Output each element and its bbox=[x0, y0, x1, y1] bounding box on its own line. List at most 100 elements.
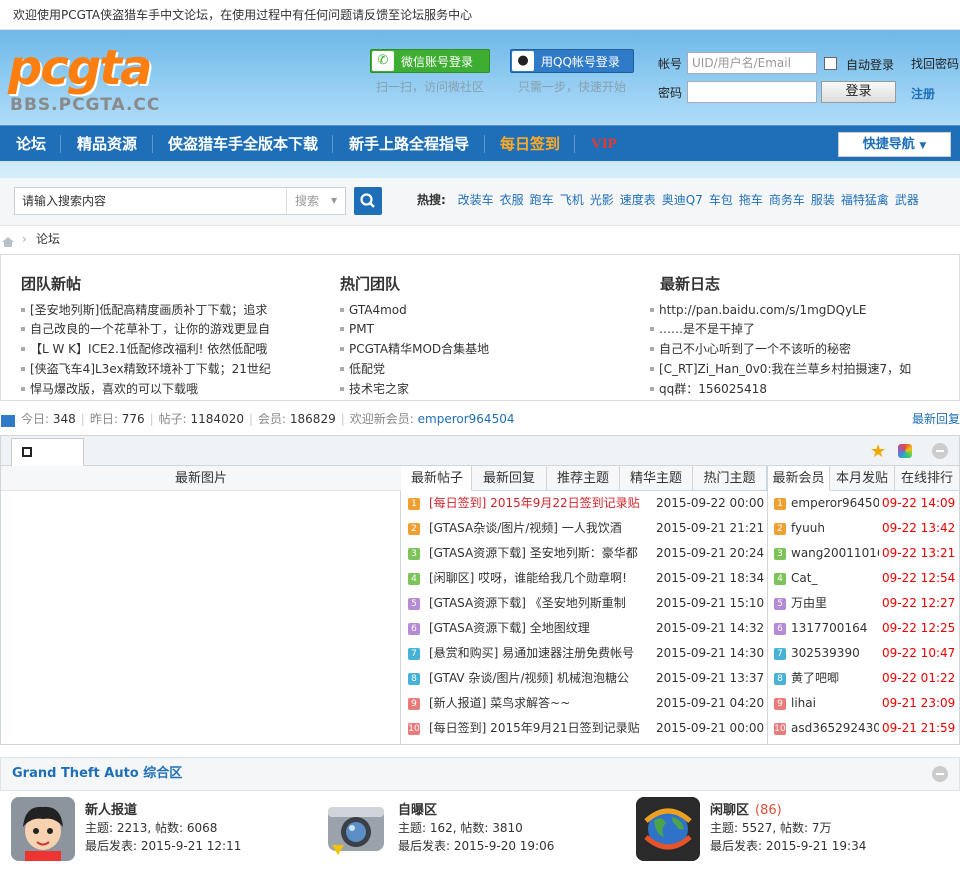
globe-icon[interactable] bbox=[636, 797, 700, 861]
thread-row[interactable]: 3 [GTASA资源下载] 圣安地列斯：豪华都 2015-09-21 20:24 bbox=[403, 541, 767, 566]
home-icon[interactable] bbox=[1, 233, 15, 247]
auto-login-label[interactable]: 自动登录 bbox=[846, 56, 894, 73]
hot-word[interactable]: 奥迪Q7 bbox=[662, 193, 703, 207]
thread-title[interactable]: [GTAV 杂谈/图片/视频] 机械泡泡糖公 bbox=[429, 666, 654, 691]
hot-word[interactable]: 改装车 bbox=[458, 193, 494, 207]
thread-row[interactable]: 2 [GTASA杂谈/图片/视频] 一人我饮酒 2015-09-21 21:21 bbox=[403, 516, 767, 541]
hot-word[interactable]: 服装 bbox=[811, 193, 835, 207]
hot-word[interactable]: 车包 bbox=[709, 193, 733, 207]
hot-word[interactable]: 飞机 bbox=[560, 193, 584, 207]
list-item[interactable]: [C_RT]Zi_Han_0v0:我在兰草乡村拍摄速7，如 bbox=[650, 359, 911, 379]
tab-latest-posts[interactable]: 最新帖子 bbox=[403, 466, 472, 491]
thread-title[interactable]: [每日签到] 2015年9月22日签到记录贴 bbox=[429, 491, 654, 516]
member-name[interactable]: 1317700164 bbox=[791, 616, 879, 641]
hot-word[interactable]: 商务车 bbox=[769, 193, 805, 207]
thread-row[interactable]: 1 [每日签到] 2015年9月22日签到记录贴 2015-09-22 00:00 bbox=[403, 491, 767, 516]
thread-row[interactable]: 5 [GTASA资源下载] 《圣安地列斯重制 2015-09-21 15:10 bbox=[403, 591, 767, 616]
member-name[interactable]: 万由里 bbox=[791, 591, 879, 616]
list-item[interactable]: 【L W K】ICE2.1低配修改福利! 依然低配哦 bbox=[21, 339, 267, 359]
section-title[interactable]: Grand Theft Auto 综合区 bbox=[12, 758, 182, 790]
list-item[interactable]: 自己不小心听到了一个不该听的秘密 bbox=[650, 339, 851, 359]
star-icon[interactable]: ★ bbox=[870, 441, 886, 462]
member-name[interactable]: Cat_ bbox=[791, 566, 879, 591]
account-input[interactable]: UID/用户名/Email bbox=[687, 52, 817, 74]
hot-word[interactable]: 光影 bbox=[590, 193, 614, 207]
newcomer-avatar-icon[interactable] bbox=[11, 797, 75, 861]
member-row[interactable]: 5 万由里 09-22 12:27 bbox=[769, 591, 960, 616]
thread-title[interactable]: [GTASA杂谈/图片/视频] 一人我饮酒 bbox=[429, 516, 654, 541]
auto-login-checkbox[interactable] bbox=[824, 57, 837, 70]
member-name[interactable]: 黄了吧唧 bbox=[791, 666, 879, 691]
member-name[interactable]: 302539390 bbox=[791, 641, 879, 666]
member-row[interactable]: 2 fyuuh 09-22 13:42 bbox=[769, 516, 960, 541]
hot-word[interactable]: 福特猛禽 bbox=[841, 193, 889, 207]
quick-nav-dropdown[interactable]: 快捷导航 ▼ bbox=[838, 132, 951, 157]
search-input[interactable]: 请输入搜索内容 bbox=[14, 187, 287, 215]
thread-title[interactable]: [每日签到] 2015年9月21日签到记录贴 bbox=[429, 716, 654, 741]
new-member-link[interactable]: emperor964504 bbox=[418, 412, 515, 426]
list-item[interactable]: PCGTA精华MOD合集基地 bbox=[340, 339, 489, 359]
find-password-link[interactable]: 找回密码 bbox=[911, 55, 959, 72]
thread-row[interactable]: 6 [GTASA资源下载] 全地图纹理 2015-09-21 14:32 bbox=[403, 616, 767, 641]
list-item[interactable]: [圣安地列斯]低配高精度画质补丁下载；追求 bbox=[21, 300, 267, 320]
member-row[interactable]: 8 黄了吧唧 09-22 01:22 bbox=[769, 666, 960, 691]
member-row[interactable]: 10 asd365292430 09-21 21:59 bbox=[769, 716, 960, 741]
thread-row[interactable]: 8 [GTAV 杂谈/图片/视频] 机械泡泡糖公 2015-09-21 13:37 bbox=[403, 666, 767, 691]
member-row[interactable]: 9 lihai 09-21 23:09 bbox=[769, 691, 960, 716]
forum-name[interactable]: 自曝区 bbox=[398, 803, 437, 818]
thread-title[interactable]: [GTASA资源下载] 圣安地列斯：豪华都 bbox=[429, 541, 654, 566]
site-logo[interactable]: pcgta BBS.PCGTA.CC bbox=[8, 40, 208, 120]
qq-login-button[interactable]: ● 用QQ帐号登录 bbox=[510, 49, 634, 73]
tab-latest-replies[interactable]: 最新回复 bbox=[472, 466, 547, 491]
tab-recommended[interactable]: 推荐主题 bbox=[547, 466, 620, 491]
thread-title[interactable]: [悬赏和购买] 易通加速器注册免费帐号 bbox=[429, 641, 654, 666]
thread-title[interactable]: [GTASA资源下载] 《圣安地列斯重制 bbox=[429, 591, 654, 616]
member-name[interactable]: fyuuh bbox=[791, 516, 879, 541]
list-item[interactable]: qq群：156025418 bbox=[650, 379, 767, 399]
member-name[interactable]: emperor96450 bbox=[791, 491, 879, 516]
thread-row[interactable]: 7 [悬赏和购买] 易通加速器注册免费帐号 2015-09-21 14:30 bbox=[403, 641, 767, 666]
thread-title[interactable]: [GTASA资源下载] 全地图纹理 bbox=[429, 616, 654, 641]
list-item[interactable]: 悍马爆改版，喜欢的可以下载哦 bbox=[21, 379, 198, 399]
nav-downloads[interactable]: 侠盗猎车手全版本下载 bbox=[168, 126, 318, 162]
tab-monthly-posters[interactable]: 本月发贴 bbox=[830, 466, 895, 491]
password-input[interactable] bbox=[687, 81, 817, 103]
camera-icon[interactable] bbox=[324, 797, 388, 861]
member-name[interactable]: wang20011016 bbox=[791, 541, 879, 566]
list-item[interactable]: GTA4mod bbox=[340, 300, 407, 320]
hot-word[interactable]: 武器 bbox=[895, 193, 919, 207]
nav-forum[interactable]: 论坛 bbox=[16, 126, 46, 162]
list-item[interactable]: 技术宅之家 bbox=[340, 379, 409, 399]
login-button[interactable]: 登录 bbox=[821, 81, 896, 103]
thread-row[interactable]: 10 [每日签到] 2015年9月21日签到记录贴 2015-09-21 00:00 bbox=[403, 716, 767, 741]
wechat-subtext[interactable]: 扫一扫，访问微社区 bbox=[376, 78, 484, 95]
member-row[interactable]: 7 302539390 09-22 10:47 bbox=[769, 641, 960, 666]
member-row[interactable]: 4 Cat_ 09-22 12:54 bbox=[769, 566, 960, 591]
register-link[interactable]: 注册 bbox=[911, 85, 935, 102]
thread-title[interactable]: [闲聊区] 哎呀，谁能给我几个勋章啊! bbox=[429, 566, 654, 591]
latest-reply-link[interactable]: 最新回复 bbox=[912, 409, 960, 429]
list-item[interactable]: 自己改良的一个花草补丁，让你的游戏更显自 bbox=[21, 319, 270, 339]
hot-word[interactable]: 拖车 bbox=[739, 193, 763, 207]
search-type-select[interactable]: 搜索 ▼ bbox=[286, 187, 346, 215]
color-palette-icon[interactable] bbox=[898, 444, 912, 458]
wechat-login-button[interactable]: ✆ 微信账号登录 bbox=[370, 49, 490, 73]
list-item[interactable]: ……是不是干掉了 bbox=[650, 319, 755, 339]
thread-title[interactable]: [新人报道] 菜鸟求解答~~ bbox=[429, 691, 654, 716]
thread-row[interactable]: 9 [新人报道] 菜鸟求解答~~ 2015-09-21 04:20 bbox=[403, 691, 767, 716]
tab-online-rank[interactable]: 在线排行 bbox=[895, 466, 959, 491]
list-item[interactable]: http://pan.baidu.com/s/1mgDQyLE bbox=[650, 300, 866, 320]
breadcrumb-current[interactable]: 论坛 bbox=[36, 228, 60, 250]
collapse-icon[interactable] bbox=[932, 766, 948, 782]
list-item[interactable]: PMT bbox=[340, 319, 374, 339]
nav-vip[interactable]: VIP bbox=[591, 126, 617, 162]
search-button[interactable] bbox=[354, 187, 382, 215]
forum-name[interactable]: 闲聊区 bbox=[710, 803, 749, 818]
hot-word[interactable]: 衣服 bbox=[500, 193, 524, 207]
list-item[interactable]: [侠盗飞车4]L3ex精致环境补丁下载；21世纪 bbox=[21, 359, 271, 379]
nav-beginner-guide[interactable]: 新手上路全程指导 bbox=[349, 126, 469, 162]
hot-word[interactable]: 跑车 bbox=[530, 193, 554, 207]
nav-daily-signin[interactable]: 每日签到 bbox=[500, 126, 560, 162]
member-row[interactable]: 6 1317700164 09-22 12:25 bbox=[769, 616, 960, 641]
member-name[interactable]: asd365292430 bbox=[791, 716, 879, 741]
